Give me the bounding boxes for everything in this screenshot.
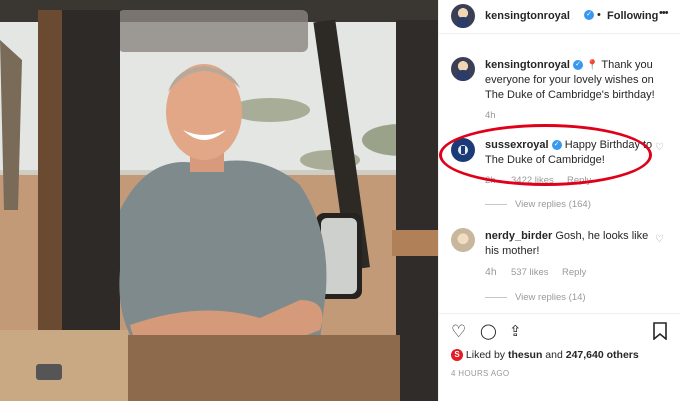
and-label: and xyxy=(545,349,563,361)
post-photo[interactable] xyxy=(0,0,438,401)
avatar[interactable] xyxy=(451,4,475,28)
avatar[interactable] xyxy=(451,228,475,252)
caption-text-block: kensingtonroyal ✓ 📍 Thank you everyone f… xyxy=(485,58,675,103)
share-icon[interactable]: ⇪ xyxy=(509,322,522,342)
view-replies-button[interactable]: View replies (164) xyxy=(485,199,591,210)
caption-username[interactable]: kensingtonroyal xyxy=(485,59,570,71)
view-replies-button[interactable]: View replies (14) xyxy=(485,292,586,303)
follow-button[interactable]: Following xyxy=(607,10,658,22)
liked-by-user[interactable]: thesun xyxy=(508,349,542,361)
verified-icon: ✓ xyxy=(573,60,584,71)
post-side-panel: kensingtonroyal ✓ • Following ••• kensin… xyxy=(438,0,680,401)
divider xyxy=(439,313,680,314)
comment-likes[interactable]: 537 likes xyxy=(511,267,549,278)
comment-like-icon[interactable]: ♡ xyxy=(655,142,664,153)
more-options-icon[interactable]: ••• xyxy=(659,7,669,19)
post-header: kensingtonroyal ✓ • Following ••• xyxy=(439,0,680,34)
save-icon[interactable] xyxy=(653,322,667,345)
comment-icon[interactable]: ◯ xyxy=(480,322,497,342)
verified-icon: ✓ xyxy=(584,10,594,20)
photo-illustration xyxy=(0,0,438,401)
comment-username[interactable]: nerdy_birder xyxy=(485,230,552,242)
thesun-avatar-icon[interactable]: S xyxy=(451,349,463,362)
separator: • xyxy=(597,9,601,21)
likes-summary: S Liked by thesun and 247,640 others xyxy=(451,349,639,362)
reply-button[interactable]: Reply xyxy=(562,267,586,278)
avatar[interactable] xyxy=(451,57,475,81)
caption-age: 4h xyxy=(485,110,496,121)
post-timestamp: 4 HOURS AGO xyxy=(451,369,510,378)
pin-icon: 📍 xyxy=(586,60,599,71)
comment-text-block: nerdy_birder Gosh, he looks like his mot… xyxy=(485,229,660,259)
highlight-oval xyxy=(439,124,652,186)
heart-icon[interactable]: ♡ xyxy=(451,322,466,342)
likes-count[interactable]: 247,640 others xyxy=(566,349,639,361)
liked-by-label: Liked by xyxy=(465,349,506,361)
comment-like-icon[interactable]: ♡ xyxy=(655,234,664,245)
header-username[interactable]: kensingtonroyal xyxy=(485,10,570,22)
action-bar: ♡ ◯ ⇪ xyxy=(451,322,671,344)
comment-age: 4h xyxy=(485,266,497,278)
